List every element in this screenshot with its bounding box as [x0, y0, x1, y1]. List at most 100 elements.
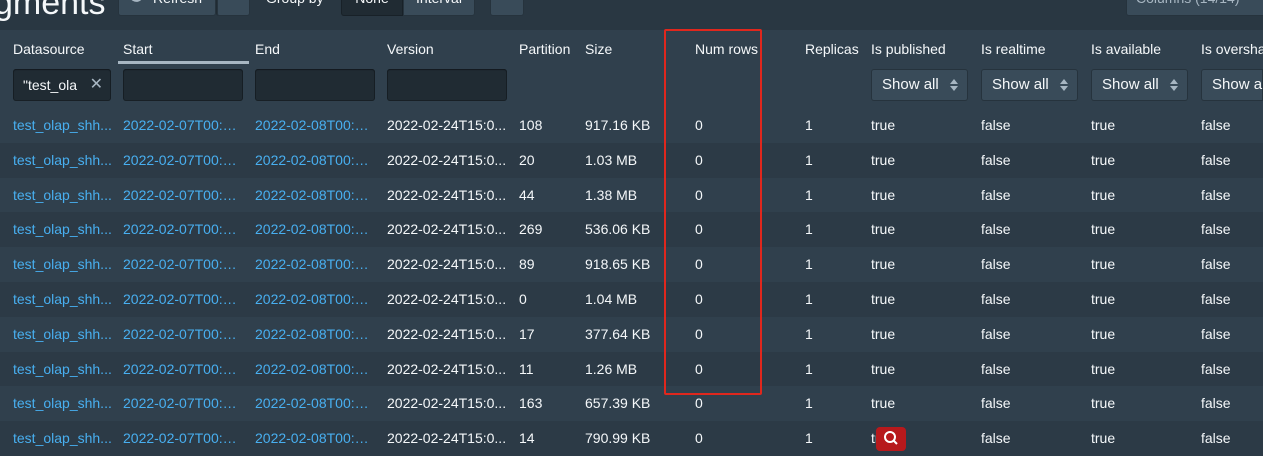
filter-row: "test_ola ✕ Show all Show all Show all S…	[0, 64, 1263, 104]
cell-end[interactable]: 2022-02-08T00:0...	[255, 108, 373, 143]
cell-partition: 0	[519, 291, 527, 307]
is-available-filter-value: Show all	[1102, 76, 1159, 93]
group-interval-button[interactable]: Interval	[403, 0, 475, 16]
cell-start[interactable]: 2022-02-07T00:0...	[123, 178, 241, 213]
cell-is-published: true	[871, 325, 896, 342]
search-badge-icon	[884, 431, 898, 445]
end-filter-input[interactable]	[255, 69, 375, 101]
cell-is-overshadowed: false	[1201, 395, 1231, 412]
cell-is-available: true	[1091, 186, 1116, 203]
table-row[interactable]: test_olap_shh... 2022-02-07T00:0... 2022-0…	[0, 212, 1263, 248]
column-header-is-realtime[interactable]: Is realtime	[976, 30, 1086, 64]
columns-button[interactable]: Columns (14/14)	[1126, 0, 1263, 16]
column-header-is-overshadowed[interactable]: Is oversha	[1196, 30, 1263, 64]
cell-end[interactable]: 2022-02-08T00:0...	[255, 143, 373, 178]
table-row[interactable]: test_olap_shh... 2022-02-07T00:0... 2022-0…	[0, 282, 1263, 317]
cell-size: 1.03 MB	[585, 151, 638, 168]
cell-replicas: 1	[805, 395, 813, 412]
cell-datasource[interactable]: test_olap_shh...	[13, 108, 113, 143]
refresh-label: Refresh	[153, 0, 202, 10]
cell-datasource[interactable]: test_olap_shh...	[13, 317, 113, 352]
column-header-replicas[interactable]: Replicas	[800, 30, 866, 64]
column-header-is-published[interactable]: Is published	[866, 30, 976, 64]
cell-version: 2022-02-24T15:0...	[387, 430, 507, 447]
cell-end[interactable]: 2022-02-08T00:0...	[255, 212, 373, 247]
group-by-label: Group by	[266, 0, 324, 10]
double-caret-icon	[1170, 79, 1178, 91]
cell-end[interactable]: 2022-02-08T00:0...	[255, 421, 373, 456]
column-header-version[interactable]: Version	[382, 30, 512, 64]
cell-start[interactable]: 2022-02-07T00:0...	[123, 317, 241, 352]
cell-is-available: true	[1091, 221, 1116, 238]
toolbar: gments Refresh Group by None Interval ··…	[0, 0, 1263, 30]
cell-datasource[interactable]: test_olap_shh...	[13, 212, 113, 247]
cell-datasource[interactable]: test_olap_shh...	[13, 143, 113, 178]
cell-is-published: true	[871, 256, 896, 273]
cell-partition: 11	[519, 360, 534, 377]
datasource-filter-input[interactable]: "test_ola ✕	[13, 69, 111, 101]
cell-datasource[interactable]: test_olap_shh...	[13, 386, 113, 421]
column-header-is-available[interactable]: Is available	[1086, 30, 1196, 64]
column-header-size[interactable]: Size	[580, 30, 660, 64]
cell-is-available: true	[1091, 430, 1116, 447]
more-button[interactable]: ···	[490, 0, 524, 16]
cell-end[interactable]: 2022-02-08T00:0...	[255, 386, 373, 421]
cell-version: 2022-02-24T15:0...	[387, 256, 507, 273]
cell-start[interactable]: 2022-02-07T00:0...	[123, 386, 241, 421]
cell-is-overshadowed: false	[1201, 117, 1231, 133]
cell-datasource[interactable]: test_olap_shh...	[13, 178, 113, 213]
refresh-button[interactable]: Refresh	[118, 0, 216, 16]
cell-end[interactable]: 2022-02-08T00:0...	[255, 178, 373, 213]
table-row[interactable]: test_olap_shh... 2022-02-07T00:0... 2022-0…	[0, 177, 1263, 213]
version-filter-input[interactable]	[387, 69, 507, 101]
cell-is-available: true	[1091, 256, 1116, 273]
cell-start[interactable]: 2022-02-07T00:0...	[123, 143, 241, 178]
cell-end[interactable]: 2022-02-08T00:0...	[255, 247, 373, 282]
column-header-datasource[interactable]: Datasource	[0, 30, 118, 64]
cell-is-available: true	[1091, 325, 1116, 342]
is-published-filter-select[interactable]: Show all	[871, 69, 968, 101]
column-header-start[interactable]: Start	[118, 30, 249, 64]
cell-is-published: true	[871, 395, 896, 412]
refresh-options-button[interactable]	[216, 0, 250, 16]
table-row[interactable]: test_olap_shh... 2022-02-07T00:0... 2022-0…	[0, 386, 1263, 422]
table-row[interactable]: test_olap_shh... 2022-02-07T00:0... 2022-0…	[0, 421, 1263, 456]
table-row[interactable]: test_olap_shh... 2022-02-07T00:0... 2022-0…	[0, 142, 1263, 178]
floating-search-badge[interactable]	[876, 427, 906, 451]
is-available-filter-select[interactable]: Show all	[1091, 69, 1188, 101]
clear-icon[interactable]: ✕	[90, 69, 103, 101]
cell-is-overshadowed: false	[1201, 256, 1231, 273]
cell-datasource[interactable]: test_olap_shh...	[13, 247, 113, 282]
cell-is-published: true	[871, 221, 896, 238]
cell-start[interactable]: 2022-02-07T00:0...	[123, 282, 241, 317]
is-realtime-filter-select[interactable]: Show all	[981, 69, 1078, 101]
column-header-end[interactable]: End	[250, 30, 380, 64]
start-filter-input[interactable]	[123, 69, 243, 101]
cell-end[interactable]: 2022-02-08T00:0...	[255, 352, 373, 387]
cell-datasource[interactable]: test_olap_shh...	[13, 282, 113, 317]
column-header-partition[interactable]: Partition	[514, 30, 582, 64]
is-overshadowed-filter-select[interactable]: Show al	[1201, 69, 1263, 101]
cell-end[interactable]: 2022-02-08T00:0...	[255, 282, 373, 317]
cell-replicas: 1	[805, 256, 813, 273]
cell-start[interactable]: 2022-02-07T00:0...	[123, 108, 241, 143]
cell-datasource[interactable]: test_olap_shh...	[13, 352, 113, 387]
cell-start[interactable]: 2022-02-07T00:0...	[123, 247, 241, 282]
cell-partition: 17	[519, 325, 535, 342]
table-row[interactable]: test_olap_shh... 2022-02-07T00:0... 2022-0…	[0, 316, 1263, 352]
cell-start[interactable]: 2022-02-07T00:0...	[123, 212, 241, 247]
cell-version: 2022-02-24T15:0...	[387, 221, 507, 238]
cell-datasource[interactable]: test_olap_shh...	[13, 421, 113, 456]
table-row[interactable]: test_olap_shh... 2022-02-07T00:0... 2022-0…	[0, 351, 1263, 387]
table-row[interactable]: test_olap_shh... 2022-02-07T00:0... 2022-0…	[0, 247, 1263, 283]
cell-is-published: true	[871, 117, 896, 133]
cell-start[interactable]: 2022-02-07T00:0...	[123, 421, 241, 456]
refresh-icon	[131, 0, 142, 2]
cell-start[interactable]: 2022-02-07T00:0...	[123, 352, 241, 387]
cell-is-published: true	[871, 360, 896, 377]
cell-size: 536.06 KB	[585, 221, 651, 238]
page-title: gments	[0, 0, 106, 22]
table-row[interactable]: test_olap_shh... 2022-02-07T00:0... 2022-0…	[0, 108, 1263, 143]
cell-end[interactable]: 2022-02-08T00:0...	[255, 317, 373, 352]
group-none-button[interactable]: None	[341, 0, 403, 16]
